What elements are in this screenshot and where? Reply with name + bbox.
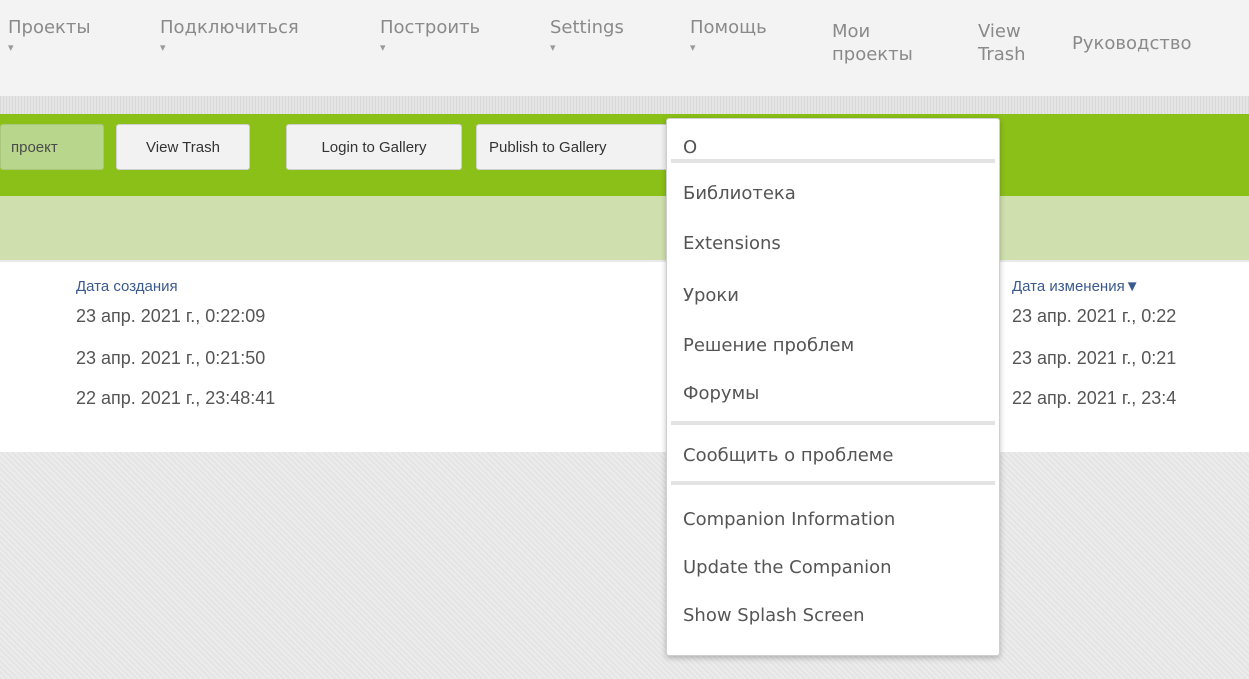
login-gallery-button[interactable]: Login to Gallery <box>286 124 462 170</box>
caret-down-icon: ▾ <box>160 41 166 54</box>
menu-build[interactable]: Построить ▾ <box>380 16 480 54</box>
caret-down-icon: ▾ <box>550 41 556 54</box>
menu-item-library[interactable]: Библиотека <box>683 183 796 204</box>
menu-projects[interactable]: Проекты ▾ <box>8 16 91 54</box>
publish-gallery-button-label: Publish to Gallery <box>489 139 607 156</box>
login-gallery-button-label: Login to Gallery <box>321 139 427 156</box>
menu-item-companion-info[interactable]: Companion Information <box>683 509 895 530</box>
caret-down-icon: ▾ <box>380 41 386 54</box>
column-header-modified-label: Дата изменения <box>1012 278 1125 295</box>
menu-item-update-companion[interactable]: Update the Companion <box>683 557 892 578</box>
menu-item-report-problem[interactable]: Сообщить о проблеме <box>683 445 893 466</box>
table-cell-created: 22 апр. 2021 г., 23:48:41 <box>76 388 276 408</box>
new-project-button[interactable]: проект <box>0 124 104 170</box>
sort-desc-icon: ▼ <box>1124 278 1140 295</box>
menu-item-forums[interactable]: Форумы <box>683 383 759 404</box>
table-cell-modified: 23 апр. 2021 г., 0:21 <box>1012 348 1177 368</box>
project-table: Дата создания Дата изменения▼ 23 апр. 20… <box>0 262 1249 452</box>
table-cell-modified: 22 апр. 2021 г., 23:4 <box>1012 388 1177 408</box>
top-menu-bar: Проекты ▾ Подключиться ▾ Построить ▾ Set… <box>0 0 1249 96</box>
menu-help-label: Помощь <box>690 17 767 38</box>
new-project-button-label: проект <box>11 139 58 156</box>
menu-guide-label: Руководство <box>1072 33 1192 54</box>
menu-guide[interactable]: Руководство <box>1072 32 1191 56</box>
caret-down-icon: ▾ <box>690 41 696 54</box>
menu-item-extensions[interactable]: Extensions <box>683 233 781 254</box>
menu-item-splash-screen[interactable]: Show Splash Screen <box>683 605 865 626</box>
menu-separator <box>671 481 995 485</box>
menu-view-trash-line1: View <box>978 21 1021 42</box>
view-trash-button[interactable]: View Trash <box>116 124 250 170</box>
empty-background-area <box>0 452 1249 679</box>
menu-item-about[interactable]: О <box>683 137 697 158</box>
view-trash-button-label: View Trash <box>146 139 220 156</box>
menu-projects-label: Проекты <box>8 17 91 38</box>
menu-item-troubleshooting[interactable]: Решение проблем <box>683 335 854 356</box>
column-header-created[interactable]: Дата создания <box>76 278 178 295</box>
menu-view-trash-line2: Trash <box>978 44 1026 65</box>
menu-settings[interactable]: Settings ▾ <box>550 16 624 54</box>
menu-help[interactable]: Помощь ▾ <box>690 16 767 54</box>
column-header-modified[interactable]: Дата изменения▼ <box>1012 278 1140 295</box>
project-list-header-bar <box>0 196 1249 260</box>
menu-connect[interactable]: Подключиться ▾ <box>160 16 299 54</box>
menu-settings-label: Settings <box>550 17 624 38</box>
menu-separator <box>671 159 995 163</box>
menu-view-trash[interactable]: View Trash <box>978 20 1026 66</box>
menu-build-label: Построить <box>380 17 481 38</box>
table-cell-created: 23 апр. 2021 г., 0:22:09 <box>76 306 266 326</box>
caret-down-icon: ▾ <box>8 41 14 54</box>
menu-divider-strip <box>0 96 1249 114</box>
menu-my-projects-line1: Мои <box>832 21 871 42</box>
menu-my-projects-line2: проекты <box>832 44 913 65</box>
menu-connect-label: Подключиться <box>160 17 299 38</box>
menu-my-projects[interactable]: Мои проекты <box>832 20 913 66</box>
menu-item-tutorials[interactable]: Уроки <box>683 285 739 306</box>
menu-separator <box>671 421 995 425</box>
table-cell-modified: 23 апр. 2021 г., 0:22 <box>1012 306 1177 326</box>
publish-gallery-button[interactable]: Publish to Gallery <box>476 124 672 170</box>
help-dropdown-menu: О Библиотека Extensions Уроки Решение пр… <box>666 118 1000 656</box>
table-cell-created: 23 апр. 2021 г., 0:21:50 <box>76 348 266 368</box>
